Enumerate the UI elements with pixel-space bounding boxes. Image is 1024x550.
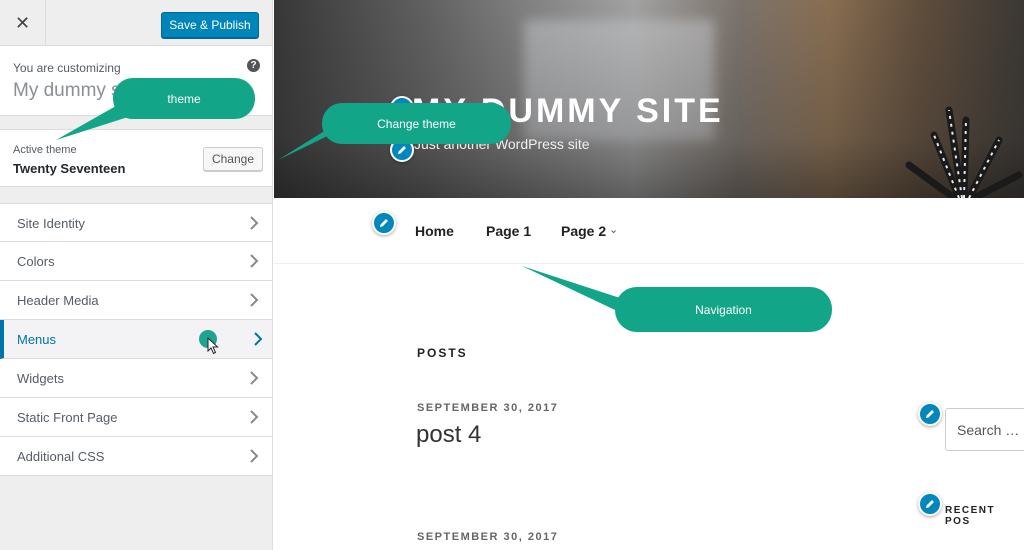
section-label: Static Front Page: [17, 410, 118, 425]
navigation-callout: Navigation: [615, 287, 832, 332]
section-label: Header Media: [17, 293, 99, 308]
nav-link-page-1[interactable]: Page 1: [486, 223, 531, 239]
section-label: Site Identity: [17, 216, 85, 231]
section-site-identity[interactable]: Site Identity: [0, 203, 272, 242]
posts-heading: POSTS: [417, 346, 468, 360]
post-date[interactable]: SEPTEMBER 30, 2017: [417, 531, 558, 543]
section-header-media[interactable]: Header Media: [0, 281, 272, 320]
close-icon[interactable]: ✕: [0, 0, 46, 46]
chevron-down-icon[interactable]: ⌄: [609, 223, 618, 236]
save-publish-button[interactable]: Save & Publish: [161, 12, 259, 38]
recent-posts-heading: RECENT POS: [945, 505, 996, 527]
section-label: Widgets: [17, 371, 64, 386]
active-theme-label: Active theme: [13, 144, 77, 156]
active-theme-panel: Active theme Twenty Seventeen Change: [0, 129, 272, 187]
nav-link-page-2[interactable]: Page 2: [561, 223, 606, 239]
chevron-right-icon: [250, 410, 259, 424]
active-theme-name: Twenty Seventeen: [13, 161, 126, 176]
chevron-right-icon: [254, 332, 263, 346]
section-static-front-page[interactable]: Static Front Page: [0, 398, 272, 437]
section-label: Menus: [17, 332, 57, 347]
section-label: Additional CSS: [17, 449, 105, 464]
nav-link-home[interactable]: Home: [415, 223, 454, 239]
post-date[interactable]: SEPTEMBER 30, 2017: [417, 402, 558, 414]
search-input[interactable]: Search …: [945, 408, 1024, 451]
plant-image: [905, 106, 1023, 198]
customizer-sections: Site Identity Colors Header Media Menus …: [0, 203, 272, 476]
chevron-right-icon: [250, 216, 259, 230]
section-label: Colors: [17, 254, 55, 269]
site-navigation: Home Page 1 Page 2 ⌄: [274, 198, 1024, 264]
edit-menu-pencil-icon[interactable]: [372, 211, 396, 235]
chevron-right-icon: [250, 293, 259, 307]
chevron-right-icon: [250, 371, 259, 385]
post-title[interactable]: post 4: [416, 421, 481, 449]
section-additional-css[interactable]: Additional CSS: [0, 437, 272, 476]
mouse-cursor-icon: [207, 337, 219, 355]
customizing-label: You are customizing: [13, 61, 121, 75]
change-theme-button[interactable]: Change: [203, 147, 263, 171]
edit-recent-posts-pencil-icon[interactable]: [918, 492, 942, 516]
help-icon[interactable]: ?: [247, 59, 260, 72]
chevron-right-icon: [250, 254, 259, 268]
section-widgets[interactable]: Widgets: [0, 359, 272, 398]
edit-search-widget-pencil-icon[interactable]: [918, 402, 942, 426]
site-preview: MY DUMMY SITE Just another WordPress sit…: [274, 0, 1024, 550]
theme-callout: theme: [113, 78, 255, 119]
customizer-header: ✕ Save & Publish: [0, 0, 272, 46]
chevron-right-icon: [250, 449, 259, 463]
section-colors[interactable]: Colors: [0, 242, 272, 281]
section-menus[interactable]: Menus: [0, 320, 272, 359]
change-theme-callout: Change theme: [322, 103, 511, 144]
header-media-image: MY DUMMY SITE Just another WordPress sit…: [274, 0, 1024, 198]
